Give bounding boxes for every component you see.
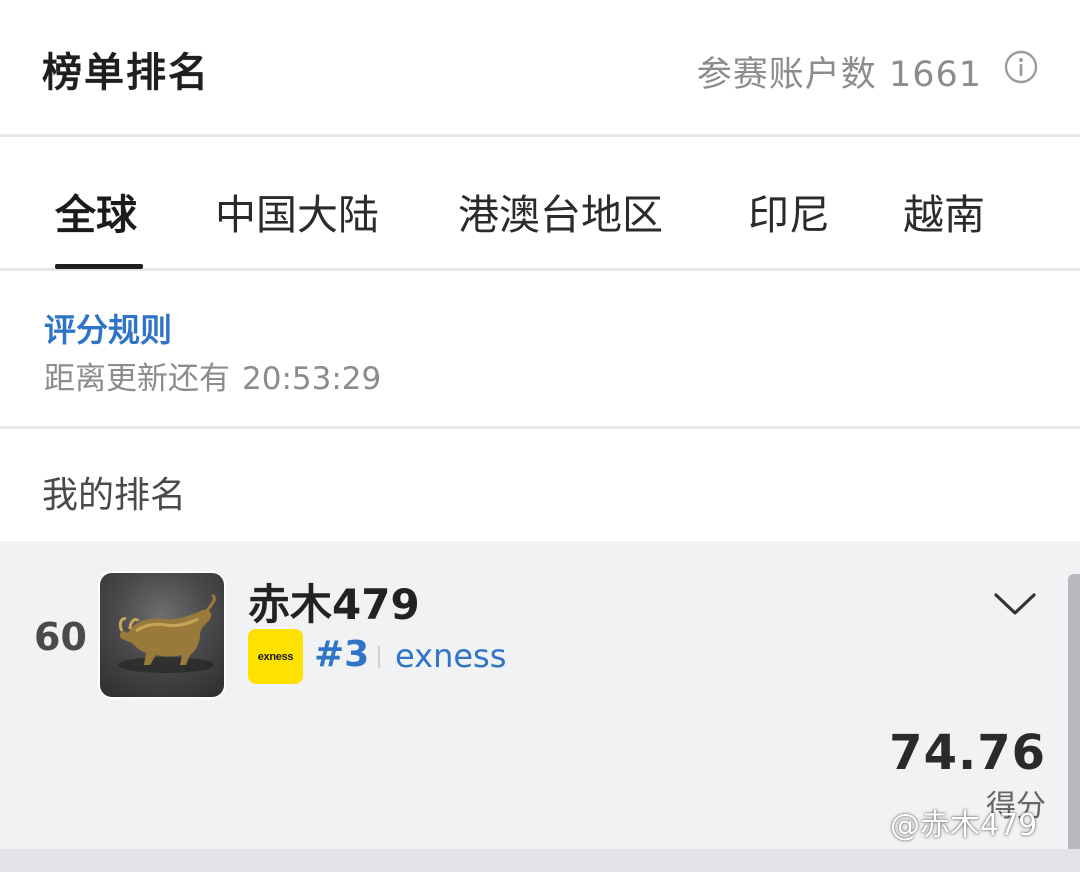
participant-count: 参赛账户数 1661	[696, 55, 982, 95]
info-icon[interactable]	[1004, 50, 1038, 84]
avatar	[100, 573, 224, 697]
broker-rank: #3	[314, 634, 370, 675]
scrollbar[interactable]	[1068, 574, 1080, 854]
divider	[378, 646, 380, 668]
username: 赤木479	[248, 580, 420, 629]
rank-number: 60	[34, 615, 87, 659]
score-value: 74.76	[889, 725, 1046, 781]
bottom-divider	[0, 849, 1080, 872]
bull-icon	[118, 593, 216, 673]
rules-section: 评分规则 距离更新还有 20:53:29	[0, 271, 1080, 429]
broker-logo: exness	[248, 629, 303, 684]
header: 榜单排名 参赛账户数 1661	[0, 0, 1080, 137]
countdown-time: 20:53:29	[242, 361, 382, 397]
update-countdown: 距离更新还有 20:53:29	[44, 353, 381, 398]
my-rank-heading: 我的排名	[42, 475, 187, 516]
tab-mainland-china[interactable]: 中国大陆	[215, 181, 379, 241]
tab-indonesia[interactable]: 印尼	[748, 181, 830, 241]
tab-hk-macau-taiwan[interactable]: 港澳台地区	[458, 181, 663, 241]
region-tabs: 全球 中国大陆 港澳台地区 印尼 越南	[0, 137, 1080, 271]
tab-global[interactable]: 全球	[55, 181, 137, 241]
scoring-rules-link[interactable]: 评分规则	[44, 305, 172, 351]
watermark: @赤木479	[890, 808, 1038, 843]
broker-logo-text: exness	[257, 650, 294, 663]
leaderboard-page: 榜单排名 参赛账户数 1661 全球 中国大陆 港澳台地区 印尼 越南 评分规则…	[0, 0, 1080, 872]
countdown-label: 距离更新还有	[44, 361, 230, 397]
active-tab-indicator	[55, 264, 143, 269]
chevron-down-icon[interactable]	[990, 585, 1040, 625]
tab-vietnam[interactable]: 越南	[903, 181, 985, 241]
page-title: 榜单排名	[42, 50, 210, 96]
broker-name[interactable]: exness	[395, 637, 506, 675]
